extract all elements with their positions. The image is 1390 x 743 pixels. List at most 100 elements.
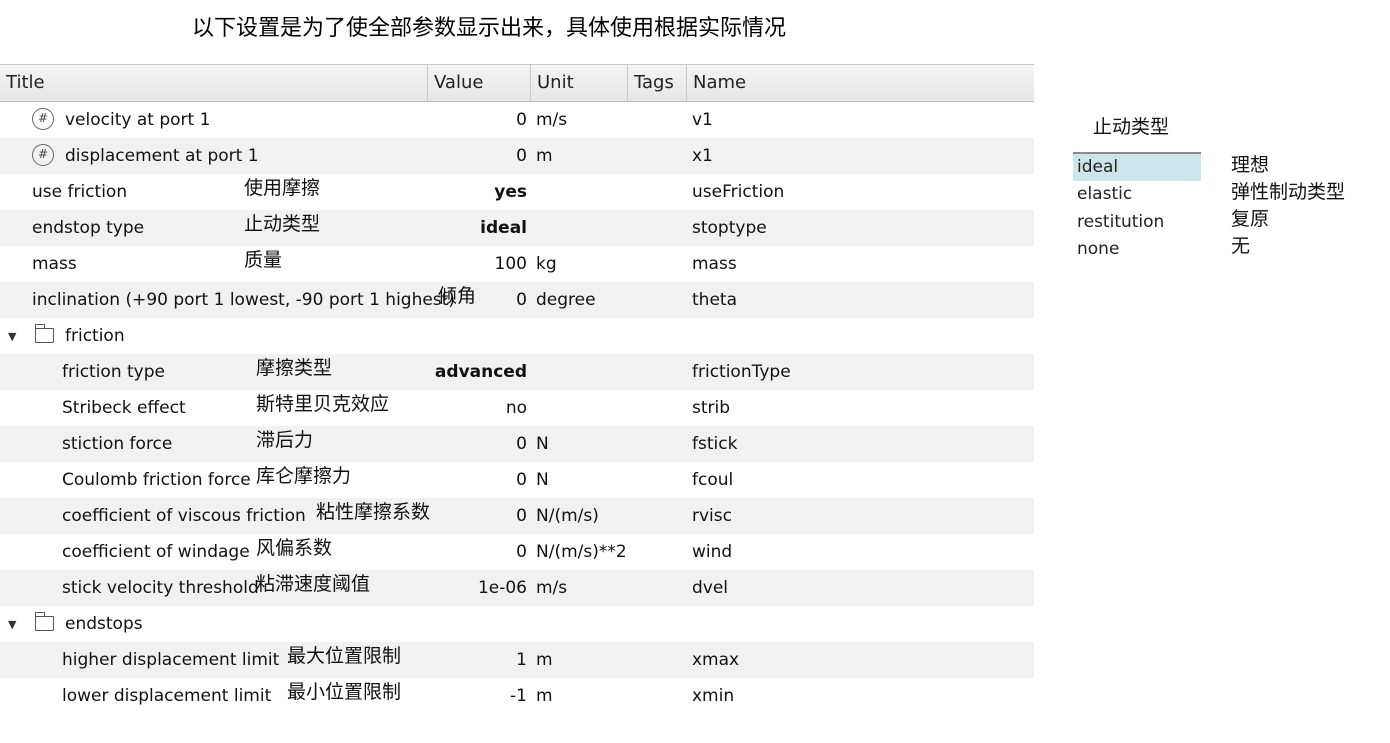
param-chinese-label: 摩擦类型 — [256, 357, 333, 379]
param-row-v1[interactable]: # velocity at port 1 0 m/s v1 — [0, 102, 1034, 138]
param-row-x1[interactable]: # displacement at port 1 0 m x1 — [0, 138, 1034, 174]
endstop-panel-title: 止动类型 — [1093, 116, 1170, 138]
grid-body: # velocity at port 1 0 m/s v1 # displacement a… — [0, 102, 1034, 714]
param-row-theta[interactable]: inclination (+90 port 1 lowest, -90 port… — [0, 282, 1034, 318]
group-label: friction — [65, 326, 125, 346]
param-name: theta — [692, 290, 737, 310]
param-unit[interactable]: N — [536, 462, 549, 498]
column-header-tags[interactable]: Tags — [628, 65, 687, 101]
param-unit[interactable]: m/s — [536, 102, 567, 138]
page-heading: 以下设置是为了使全部参数显示出来，具体使用根据实际情况 — [192, 16, 787, 41]
column-header-unit[interactable]: Unit — [531, 65, 628, 101]
param-title: stiction force — [62, 434, 173, 454]
endstop-translation: 理想 — [1231, 154, 1270, 176]
param-unit[interactable]: m — [536, 642, 553, 678]
param-value[interactable]: 1 — [516, 642, 527, 678]
param-row-xmin[interactable]: lower displacement limit 最小位置限制 -1 m xmin — [0, 678, 1034, 714]
group-row-friction[interactable]: ▼ friction — [0, 318, 1034, 354]
param-title: friction type — [62, 362, 165, 382]
param-title: endstop type — [32, 218, 145, 238]
param-row-useFriction[interactable]: use friction 使用摩擦 yes useFriction — [0, 174, 1034, 210]
param-title: higher displacement limit — [62, 650, 280, 670]
param-row-frictionType[interactable]: friction type 摩擦类型 advanced frictionType — [0, 354, 1034, 390]
param-row-rvisc[interactable]: coefficient of viscous friction 粘性摩擦系数 0 N/… — [0, 498, 1034, 534]
param-unit[interactable]: N/(m/s) — [536, 498, 599, 534]
param-value[interactable]: 0 — [516, 138, 527, 174]
param-unit[interactable]: kg — [536, 246, 557, 282]
param-title: mass — [32, 254, 77, 274]
endstop-translation: 弹性制动类型 — [1231, 181, 1346, 203]
param-row-strib[interactable]: Stribeck effect 斯特里贝克效应 no strib — [0, 390, 1034, 426]
param-value[interactable]: 0 — [516, 426, 527, 462]
param-title: coefficient of windage — [62, 542, 250, 562]
endstop-option-elastic[interactable]: elastic — [1073, 181, 1201, 209]
folder-icon — [34, 324, 54, 343]
param-title: coefficient of viscous friction — [62, 506, 306, 526]
param-row-fcoul[interactable]: Coulomb friction force 库仑摩擦力 0 Nfcoul — [0, 462, 1034, 498]
param-name: fcoul — [692, 470, 734, 490]
param-unit[interactable]: m — [536, 138, 553, 174]
param-name: fstick — [692, 434, 738, 454]
param-value[interactable]: 0 — [516, 462, 527, 498]
param-title: velocity at port 1 — [65, 110, 211, 130]
param-name: dvel — [692, 578, 729, 598]
param-value[interactable]: no — [506, 390, 527, 426]
column-header-value[interactable]: Value — [428, 65, 531, 101]
param-chinese-label: 库仑摩擦力 — [256, 465, 352, 487]
param-title: use friction — [32, 182, 128, 202]
endstop-translation: 复原 — [1231, 208, 1270, 230]
param-value[interactable]: 0 — [516, 498, 527, 534]
param-unit[interactable]: m/s — [536, 570, 567, 606]
param-chinese-label: 粘性摩擦系数 — [316, 501, 431, 523]
param-unit[interactable]: m — [536, 678, 553, 714]
param-title: lower displacement limit — [62, 686, 272, 706]
param-value[interactable]: 100 — [495, 246, 527, 282]
expand-arrow-icon[interactable]: ▼ — [8, 319, 16, 355]
param-value[interactable]: ideal — [480, 210, 527, 246]
param-value[interactable]: -1 — [510, 678, 527, 714]
param-title: stick velocity threshold — [62, 578, 259, 598]
endstop-option-ideal[interactable]: ideal — [1073, 152, 1201, 181]
param-chinese-label: 止动类型 — [244, 213, 321, 235]
param-name: x1 — [692, 146, 713, 166]
param-value[interactable]: 0 — [516, 282, 527, 318]
column-header-title[interactable]: Title — [0, 65, 428, 101]
param-chinese-label: 最小位置限制 — [287, 681, 402, 703]
param-title: Coulomb friction force — [62, 470, 251, 490]
grid-header: Title Value Unit Tags Name — [0, 64, 1034, 102]
param-unit[interactable]: N — [536, 426, 549, 462]
param-name: stoptype — [692, 218, 767, 238]
param-row-wind[interactable]: coefficient of windage 风偏系数 0 N/(m/s)**2 win… — [0, 534, 1034, 570]
param-value[interactable]: 0 — [516, 534, 527, 570]
expand-arrow-icon[interactable]: ▼ — [8, 607, 16, 643]
parameter-grid: Title Value Unit Tags Name # velocity at … — [0, 64, 1034, 714]
endstop-option-none[interactable]: none — [1073, 236, 1201, 264]
param-row-stoptype[interactable]: endstop type 止动类型 ideal stoptype — [0, 210, 1034, 246]
param-value[interactable]: yes — [494, 174, 527, 210]
folder-icon — [34, 612, 54, 631]
endstop-type-list[interactable]: ideal elastic restitution none — [1073, 152, 1201, 264]
param-row-fstick[interactable]: stiction force 滞后力 0 Nfstick — [0, 426, 1034, 462]
group-row-endstops[interactable]: ▼ endstops — [0, 606, 1034, 642]
param-row-mass[interactable]: mass 质量 100 kg mass — [0, 246, 1034, 282]
param-name: xmax — [692, 650, 740, 670]
param-title: inclination (+90 port 1 lowest, -90 port… — [32, 290, 455, 310]
endstop-translation: 无 — [1231, 235, 1251, 257]
param-unit[interactable]: degree — [536, 282, 596, 318]
hash-icon: # — [32, 144, 54, 166]
param-value[interactable]: 0 — [516, 102, 527, 138]
hash-icon: # — [32, 108, 54, 130]
param-value[interactable]: 1e-06 — [478, 570, 527, 606]
param-unit[interactable]: N/(m/s)**2 — [536, 534, 627, 570]
param-name: rvisc — [692, 506, 732, 526]
endstop-option-restitution[interactable]: restitution — [1073, 209, 1201, 237]
param-value[interactable]: advanced — [435, 354, 527, 390]
param-title: displacement at port 1 — [65, 146, 259, 166]
column-header-name[interactable]: Name — [687, 65, 1034, 101]
param-chinese-label: 滞后力 — [256, 429, 314, 451]
param-chinese-label: 最大位置限制 — [287, 645, 402, 667]
param-row-xmax[interactable]: higher displacement limit 最大位置限制 1 m xmax — [0, 642, 1034, 678]
param-name: strib — [692, 398, 731, 418]
param-row-dvel[interactable]: stick velocity threshold 粘滞速度阈值 1e-06 m/s dv… — [0, 570, 1034, 606]
param-chinese-label: 使用摩擦 — [244, 177, 321, 199]
